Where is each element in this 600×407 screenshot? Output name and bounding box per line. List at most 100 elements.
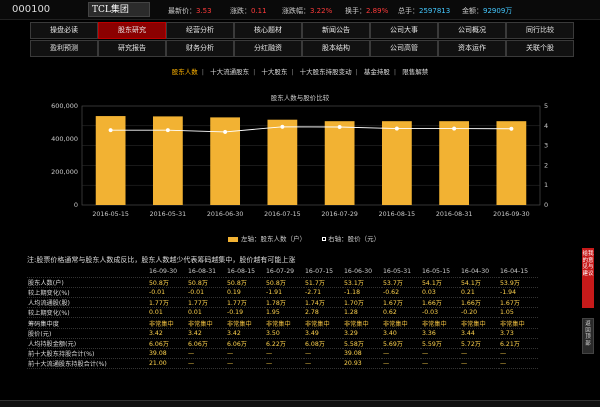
left-axis-tick: 200,000 (51, 168, 78, 176)
table-cell: 1.77万 (187, 297, 226, 309)
table-cell: 39.08 (148, 348, 187, 360)
bar (381, 121, 412, 205)
table-cell: — (421, 358, 460, 370)
table-cell: 21.00 (148, 358, 187, 370)
table-row: 筹码集中度 非常集中 非常集中 非常集中 非常集中 非常集中 非常集中 非常集中 非常集中 非常集… (27, 317, 538, 329)
table-corner (27, 267, 148, 278)
table-cell: 3.40 (382, 328, 421, 339)
table-cell: 0.21 (460, 287, 499, 299)
table-cell: 3.49 (304, 328, 343, 339)
table-cell: 5.72万 (460, 338, 499, 350)
price-point (280, 124, 285, 129)
price-point (394, 126, 399, 131)
table-cell: 1.05 (499, 307, 538, 319)
table-cell: 20.93 (343, 358, 382, 370)
table-cell: 53.7万 (382, 277, 421, 288)
table-cell: 6.22万 (265, 338, 304, 350)
table-cell: — (382, 348, 421, 360)
table-row: 较上期变化(%) -0.01 -0.01 0.19 -1.91 -2.71 -1.18 -0.… (27, 287, 538, 299)
table-cell: 非常集中 (304, 317, 343, 329)
table-cell: -0.20 (460, 307, 499, 319)
date-header: 16-04-15 (499, 267, 538, 278)
right-axis-tick: 0 (544, 201, 548, 209)
price-point (452, 126, 457, 131)
table-row: 前十大流通股东持股合计(%) 21.00— — — —20.93— — — — (27, 358, 538, 370)
right-axis-tick: 2 (544, 161, 548, 169)
table-cell: 6.06万 (187, 338, 226, 350)
date-header: 16-04-30 (460, 267, 499, 278)
x-axis-label: 2016-07-15 (264, 211, 301, 218)
table-cell: — (382, 358, 421, 370)
bar (267, 119, 298, 205)
table-cell: -1.18 (343, 287, 382, 299)
price-point (223, 129, 228, 134)
table-cell: 0.19 (226, 287, 265, 299)
right-axis-tick: 3 (544, 142, 548, 150)
table-row: 股东人数(户) 50.8万 50.8万 50.8万 50.8万 51.7万 53.1万 53.… (27, 277, 538, 288)
table-cell: 0.01 (187, 307, 226, 319)
price-point (509, 126, 514, 131)
date-header: 16-09-30 (148, 267, 187, 278)
x-axis-label: 2016-08-31 (436, 211, 473, 218)
row-label: 筹码集中度 (27, 317, 148, 329)
table-cell: 非常集中 (421, 317, 460, 329)
price-point (337, 124, 342, 130)
back-to-top-button[interactable]: 返回顶部 (582, 318, 594, 354)
table-cell: 1.66万 (421, 297, 460, 309)
table-cell: 51.7万 (304, 277, 343, 288)
table-cell: 非常集中 (382, 317, 421, 329)
legend-bar-swatch (228, 236, 238, 242)
chart-note: 注:股票价格通常与股东人数成反比，股东人数越少代表筹码越集中，股价越有可能上涨 (27, 256, 296, 264)
table-cell: — (265, 348, 304, 360)
table-cell: — (460, 348, 499, 360)
bar (439, 121, 470, 205)
bottom-bar (0, 400, 600, 407)
table-cell: 1.67万 (382, 297, 421, 309)
date-header: 16-07-29 (265, 267, 304, 278)
table-cell: 1.95 (265, 307, 304, 319)
x-axis-label: 2016-08-15 (379, 211, 416, 218)
table-row: 人均流通股(股) 1.77万 1.77万 1.77万 1.78万 1.74万 1.70万 1.… (27, 297, 538, 309)
x-axis-label: 2016-05-31 (150, 211, 187, 218)
table-cell: 3.29 (343, 328, 382, 339)
table-cell: 5.59万 (421, 338, 460, 350)
date-header: 16-05-31 (382, 267, 421, 278)
table-cell: 非常集中 (343, 317, 382, 329)
table-cell: 53.1万 (343, 277, 382, 288)
table-cell: 非常集中 (226, 317, 265, 329)
table-cell: 6.08万 (304, 338, 343, 350)
row-label: 人均持股金额(元) (27, 338, 148, 350)
feedback-button[interactable]: 给我的意见与建议 (582, 248, 594, 308)
table-cell: -1.94 (499, 287, 538, 299)
table-cell: — (226, 348, 265, 360)
legend-left-label: 左轴：股东人数（户） (241, 235, 306, 243)
right-axis-tick: 4 (544, 122, 548, 130)
table-cell: 6.21万 (499, 338, 538, 350)
row-label: 前十大股东持股合计(%) (27, 348, 148, 360)
price-point (108, 128, 113, 133)
x-axis-label: 2016-07-29 (321, 211, 358, 218)
row-label: 较上期变化(%) (27, 287, 148, 299)
table-cell: — (304, 348, 343, 360)
x-axis-label: 2016-05-15 (92, 211, 129, 218)
table-cell: — (226, 358, 265, 370)
table-cell: -0.01 (187, 287, 226, 299)
table-cell: 2.78 (304, 307, 343, 319)
table-cell: -1.91 (265, 287, 304, 299)
table-cell: 3.36 (421, 328, 460, 339)
table-cell: — (460, 358, 499, 370)
table-cell: 5.58万 (343, 338, 382, 350)
table-cell: — (499, 348, 538, 360)
table-row: 股价(元) 3.42 3.42 3.42 3.50 3.49 3.29 3.40 3.36 3.4… (27, 328, 538, 339)
table-cell: 1.66万 (460, 297, 499, 309)
table-cell: 6.06万 (226, 338, 265, 350)
row-label: 股东人数(户) (27, 277, 148, 288)
table-cell: -0.03 (421, 307, 460, 319)
table-cell: — (304, 358, 343, 370)
table-cell: 3.44 (460, 328, 499, 339)
x-axis-label: 2016-06-30 (207, 211, 244, 218)
table-cell: 50.8万 (226, 277, 265, 288)
table-cell: 3.42 (187, 328, 226, 339)
table-cell: 1.78万 (265, 297, 304, 309)
table-cell: 非常集中 (148, 317, 187, 329)
